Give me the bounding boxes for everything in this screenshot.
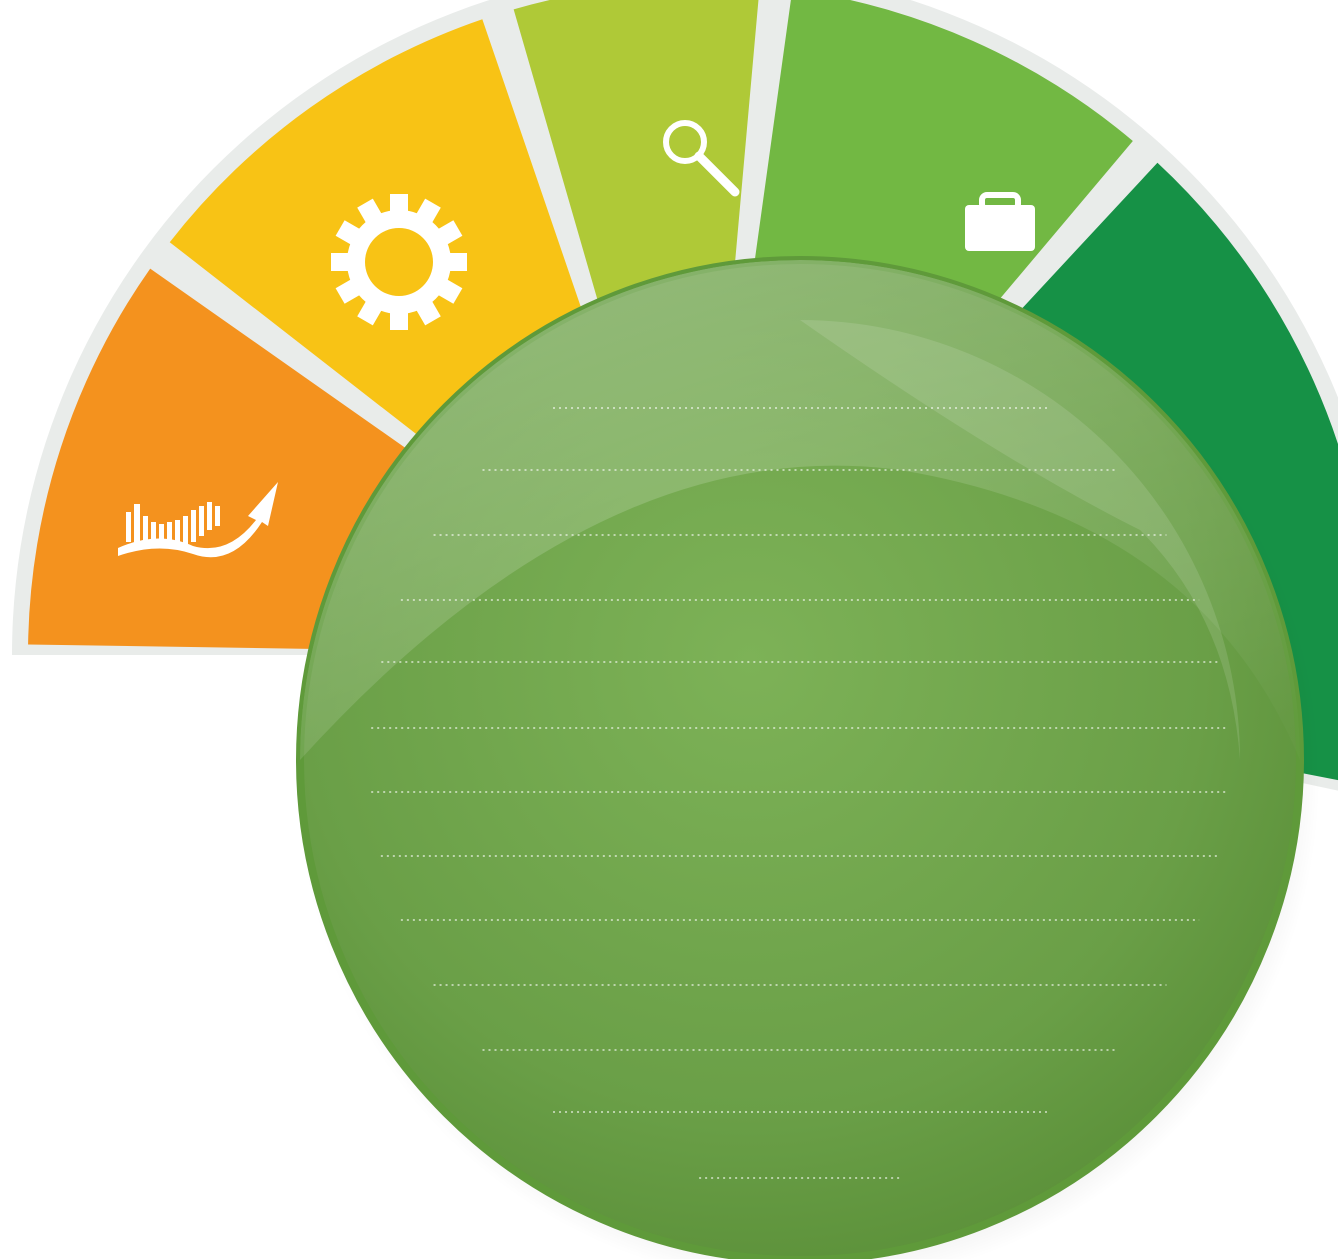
diagram-canvas xyxy=(0,0,1338,1259)
radial-menu-diagram xyxy=(12,0,1338,1259)
